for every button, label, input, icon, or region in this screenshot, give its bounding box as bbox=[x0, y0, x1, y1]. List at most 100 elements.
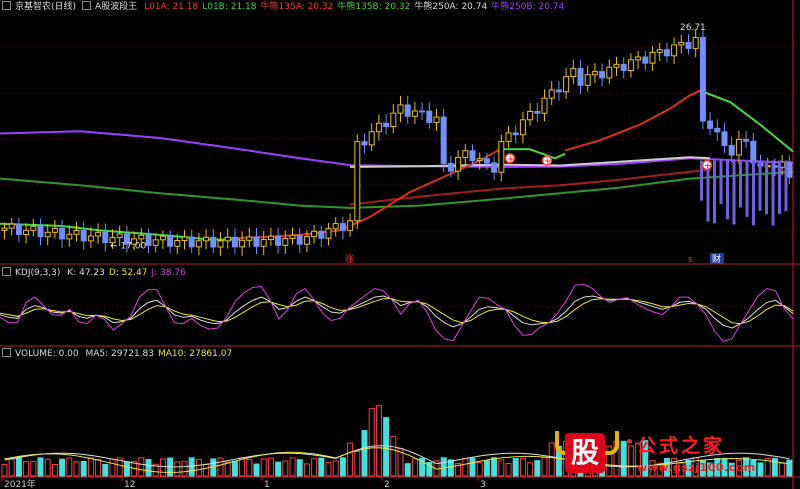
candle-body bbox=[87, 235, 94, 242]
candle-body bbox=[570, 68, 577, 78]
volume-bar bbox=[174, 461, 181, 477]
volume-bar bbox=[390, 435, 397, 477]
candle-body bbox=[224, 236, 231, 242]
watermark-logo: 股 bbox=[565, 433, 605, 473]
candle-body bbox=[296, 234, 303, 245]
logo-horn-right bbox=[605, 431, 619, 455]
candle-body bbox=[613, 63, 620, 68]
candle-body bbox=[282, 237, 289, 246]
watermark-dot bbox=[627, 439, 632, 444]
candle-body bbox=[44, 231, 51, 238]
volume-bar bbox=[375, 405, 382, 477]
candle-body bbox=[714, 127, 721, 133]
candle-body bbox=[563, 76, 570, 93]
candle-body bbox=[368, 131, 375, 146]
candle-body bbox=[267, 235, 274, 241]
candle-body bbox=[519, 119, 526, 136]
ma-long-line bbox=[0, 130, 794, 168]
candle-body bbox=[181, 236, 188, 241]
watermark-title: 公式之家 bbox=[637, 435, 726, 457]
candle-body bbox=[203, 236, 210, 242]
volume-bar bbox=[512, 458, 519, 477]
candle-body bbox=[678, 41, 685, 46]
bear-histogram-bar bbox=[726, 160, 729, 220]
candle-body bbox=[37, 225, 44, 238]
kdj-legend: K: 47.23 D: 52.47 J: 38.76 bbox=[67, 268, 189, 278]
candle-body bbox=[174, 239, 181, 247]
volume-bar bbox=[404, 463, 411, 477]
main-legend-item-2: 牛熊135A: 20.32 bbox=[260, 2, 334, 12]
s-marker: s bbox=[688, 255, 693, 265]
volume-bar bbox=[267, 457, 274, 477]
volume-bar bbox=[519, 457, 526, 477]
volume-bar bbox=[253, 463, 260, 477]
indicator-toggle-icon[interactable] bbox=[82, 1, 92, 10]
candle-body bbox=[66, 233, 73, 240]
volume-bar bbox=[203, 463, 210, 477]
volume-bar bbox=[1, 464, 8, 477]
volume-bar bbox=[44, 458, 51, 477]
candle-body bbox=[275, 235, 282, 246]
volume-bar bbox=[95, 458, 102, 477]
main-chart-header: 京基智农(日线) A股波段王 L01A: 21.18 L01B: 21.18 牛熊13… bbox=[0, 1, 572, 13]
volume-bar bbox=[491, 457, 498, 477]
volume-bar bbox=[80, 460, 87, 477]
volume-bar bbox=[217, 457, 224, 477]
candle-body bbox=[671, 44, 678, 57]
volume-bar bbox=[354, 450, 361, 477]
window-toggle-icon[interactable] bbox=[2, 1, 11, 10]
candle-body bbox=[102, 231, 109, 244]
candle-body bbox=[167, 235, 174, 247]
kdj-K-line bbox=[0, 295, 794, 329]
volume-bar bbox=[30, 461, 37, 477]
candle-body bbox=[311, 230, 318, 238]
volume-bar bbox=[476, 462, 483, 477]
candle-body bbox=[354, 141, 361, 222]
volume-bar bbox=[318, 457, 325, 477]
volume-bar bbox=[73, 461, 80, 477]
candle-body bbox=[23, 229, 30, 236]
bear-histogram-bar bbox=[745, 160, 749, 217]
volume-bar bbox=[224, 461, 231, 477]
x-tick-label-1: 12 bbox=[124, 480, 135, 489]
candle-body bbox=[599, 71, 606, 79]
high-label: 26.71 bbox=[680, 23, 706, 33]
bear-histogram-bar bbox=[765, 160, 768, 215]
cai-marker: 财 bbox=[712, 253, 721, 265]
candle-body bbox=[527, 110, 534, 121]
candle-body bbox=[743, 139, 750, 142]
candle-body bbox=[548, 89, 555, 99]
candle-body bbox=[375, 122, 382, 133]
volume-bar bbox=[66, 457, 73, 477]
volume-toggle-icon[interactable] bbox=[2, 348, 11, 357]
bear-histogram-bar bbox=[778, 160, 781, 214]
candle-body bbox=[728, 145, 735, 156]
volume-bar bbox=[87, 457, 94, 477]
candle-body bbox=[397, 104, 404, 114]
signal-plus-1: + bbox=[544, 157, 552, 167]
volume-bar bbox=[361, 430, 368, 477]
candle-body bbox=[318, 230, 325, 239]
main-legend-item-4: 牛熊250A: 20.74 bbox=[414, 2, 488, 12]
bear-histogram-bar bbox=[752, 160, 755, 226]
x-tick-label-0: 2021年 bbox=[4, 478, 36, 489]
candle-body bbox=[116, 233, 123, 239]
candle-body bbox=[210, 236, 217, 248]
candle-body bbox=[635, 56, 642, 61]
candle-body bbox=[253, 236, 260, 247]
candle-body bbox=[663, 49, 670, 57]
volume-bar bbox=[383, 417, 390, 477]
kdj-J-line bbox=[0, 283, 794, 342]
bear-histogram-bar bbox=[732, 160, 736, 225]
white-line bbox=[349, 156, 711, 168]
volume-bar bbox=[527, 462, 534, 477]
volume-name: VOLUME: 0.00 bbox=[15, 349, 79, 359]
volume-bar bbox=[138, 457, 145, 477]
volume-bar bbox=[289, 457, 296, 477]
volume-bar bbox=[239, 457, 246, 477]
volume-bar bbox=[102, 463, 109, 477]
volume-bar bbox=[123, 461, 130, 477]
volume-bar bbox=[181, 460, 188, 477]
kdj-toggle-icon[interactable] bbox=[2, 267, 11, 276]
candle-body bbox=[1, 227, 8, 231]
